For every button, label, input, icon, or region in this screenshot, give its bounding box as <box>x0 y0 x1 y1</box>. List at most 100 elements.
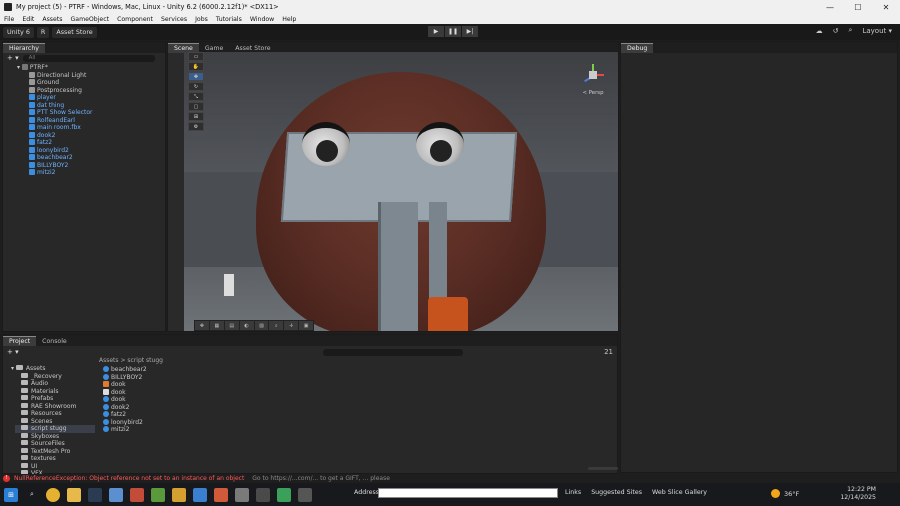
folder-item[interactable]: Audio <box>15 380 95 388</box>
folder-item[interactable]: Scenes <box>15 417 95 426</box>
overlay-tool-icon[interactable]: ✥ <box>195 321 209 330</box>
folder-taskbar-icon[interactable] <box>67 487 81 502</box>
hierarchy-item[interactable]: dat thing <box>29 101 165 110</box>
menu-services[interactable]: Services <box>157 16 191 23</box>
scene-view[interactable]: ▭ ✋ ✥ ↻ ⤡ ▢ ⊞ ⚙ < Persp ✥ ▦ ▤ ◐ ▨ ⌕ ✛ ▣ <box>184 52 618 331</box>
folder-item[interactable]: Skyboxes <box>15 432 95 441</box>
hierarchy-item[interactable]: Directional Light <box>29 71 165 80</box>
clock[interactable]: 12:22 PM 12/14/2025 <box>840 486 876 502</box>
unity-taskbar-icon[interactable] <box>298 487 312 502</box>
overlay-tool-icon[interactable]: ▨ <box>254 321 269 330</box>
custom-tool-icon[interactable]: ⚙ <box>188 122 204 131</box>
pause-button[interactable]: ❚❚ <box>445 26 461 37</box>
menu-window[interactable]: Window <box>246 16 278 23</box>
folder-item[interactable]: SourceFiles <box>15 440 95 448</box>
hierarchy-item[interactable]: main room.fbx <box>29 124 165 132</box>
weather-widget[interactable]: 36°F <box>771 489 799 498</box>
app-icon[interactable] <box>214 487 228 502</box>
rotate-tool-icon[interactable]: ↻ <box>188 82 204 91</box>
app-icon[interactable] <box>193 487 207 502</box>
folder-item[interactable]: textures <box>15 455 95 463</box>
folder-item[interactable]: Materials <box>15 387 95 396</box>
project-tree-root[interactable]: ▾ Assets <box>5 365 95 373</box>
menu-file[interactable]: File <box>0 16 18 23</box>
hand-tool-icon[interactable]: ✋ <box>188 62 204 71</box>
add-icon[interactable]: + ▾ <box>7 54 19 62</box>
overlay-tool-icon[interactable]: ⌕ <box>269 321 284 330</box>
asset-item[interactable]: dook2 <box>103 403 303 412</box>
asset-item[interactable]: dook <box>103 396 303 404</box>
cloud-icon[interactable]: ☁ <box>816 27 823 35</box>
asset-item[interactable]: fatz2 <box>103 411 303 419</box>
app-icon[interactable] <box>151 487 165 502</box>
app-icon[interactable] <box>172 487 186 502</box>
scale-tool-icon[interactable]: ⤡ <box>188 92 204 101</box>
console-status-bar[interactable]: ! NullReferenceException: Object referen… <box>0 474 900 483</box>
hierarchy-item[interactable]: BILLYBOY2 <box>29 161 165 170</box>
hierarchy-item[interactable]: PTT Show Selector <box>29 109 165 117</box>
hierarchy-item[interactable]: Ground <box>29 79 165 87</box>
folder-item[interactable]: UI <box>15 462 95 471</box>
steam-icon[interactable] <box>88 487 102 502</box>
suggested-sites-link[interactable]: Suggested Sites <box>591 489 642 496</box>
play-button[interactable]: ▶ <box>428 26 444 37</box>
account-button[interactable]: Unity 6 <box>3 26 34 38</box>
hierarchy-search[interactable]: All <box>22 54 155 62</box>
app-icon[interactable] <box>109 487 123 502</box>
address-input[interactable] <box>378 488 558 498</box>
history-icon[interactable]: ↺ <box>833 27 839 35</box>
asset-store-button[interactable]: Asset Store <box>52 26 97 38</box>
minimize-button[interactable]: — <box>816 0 844 14</box>
web-slice-gallery-link[interactable]: Web Slice Gallery <box>652 489 707 496</box>
folder-item[interactable]: TextMesh Pro <box>15 447 95 456</box>
menu-component[interactable]: Component <box>113 16 157 23</box>
tab-project[interactable]: Project <box>3 336 37 346</box>
move-tool-icon[interactable]: ✥ <box>188 72 204 81</box>
search-taskbar-icon[interactable]: ⌕ <box>25 488 39 502</box>
chrome-icon[interactable] <box>46 487 60 502</box>
menu-tutorials[interactable]: Tutorials <box>212 16 246 23</box>
asset-item[interactable]: BILLYBOY2 <box>103 373 303 382</box>
overlay-tool-icon[interactable]: ▣ <box>299 321 313 330</box>
menu-edit[interactable]: Edit <box>18 16 38 23</box>
app-icon[interactable] <box>256 487 270 502</box>
hierarchy-item[interactable]: fatz2 <box>29 139 165 147</box>
step-button[interactable]: ▶| <box>462 26 478 37</box>
hierarchy-item[interactable]: beachbear2 <box>29 154 165 162</box>
asset-item[interactable]: loonybird2 <box>103 418 303 427</box>
zoom-slider[interactable] <box>588 467 618 470</box>
overlay-tool-icon[interactable]: ◐ <box>239 321 254 330</box>
start-icon[interactable]: ⊞ <box>4 487 18 502</box>
asset-item[interactable]: beachbear2 <box>103 366 303 374</box>
orientation-gizmo[interactable]: < Persp <box>578 64 608 104</box>
overlay-tool-icon[interactable]: ▦ <box>209 321 224 330</box>
hierarchy-item[interactable]: dook2 <box>29 131 165 140</box>
app-icon[interactable] <box>235 487 249 502</box>
hierarchy-item[interactable]: loonybird2 <box>29 146 165 155</box>
hierarchy-item[interactable]: mitzi2 <box>29 169 165 177</box>
close-button[interactable]: ✕ <box>872 0 900 14</box>
asset-item[interactable]: dook <box>103 381 303 389</box>
overlay-tool-icon[interactable]: ▤ <box>224 321 239 330</box>
tab-console[interactable]: Console <box>36 336 73 346</box>
folder-item[interactable]: Resources <box>15 410 95 418</box>
breadcrumb-root[interactable]: Assets <box>99 357 119 364</box>
asset-item[interactable]: mitzi2 <box>103 426 303 434</box>
project-add-icon[interactable]: + ▾ <box>7 348 19 356</box>
persp-label[interactable]: < Persp <box>582 90 603 96</box>
menu-gameobject[interactable]: GameObject <box>66 16 113 23</box>
app-icon[interactable] <box>130 487 144 502</box>
asset-item[interactable]: dook <box>103 388 303 397</box>
folder-item[interactable]: RAE Showroom <box>15 402 95 411</box>
app-icon[interactable] <box>277 487 291 502</box>
menu-assets[interactable]: Assets <box>38 16 66 23</box>
r-button[interactable]: R <box>36 26 50 38</box>
transform-tool-icon[interactable]: ⊞ <box>188 112 204 121</box>
overlay-tool-icon[interactable]: ✛ <box>284 321 299 330</box>
folder-item[interactable]: Prefabs <box>15 395 95 403</box>
tab-debug[interactable]: Debug <box>621 43 654 53</box>
rect-tool-icon[interactable]: ▢ <box>188 102 204 111</box>
search-icon[interactable]: ⌕ <box>849 26 853 35</box>
hierarchy-root[interactable]: ▾ PTRF* <box>17 64 165 72</box>
folder-item[interactable]: _Recovery <box>15 372 95 381</box>
